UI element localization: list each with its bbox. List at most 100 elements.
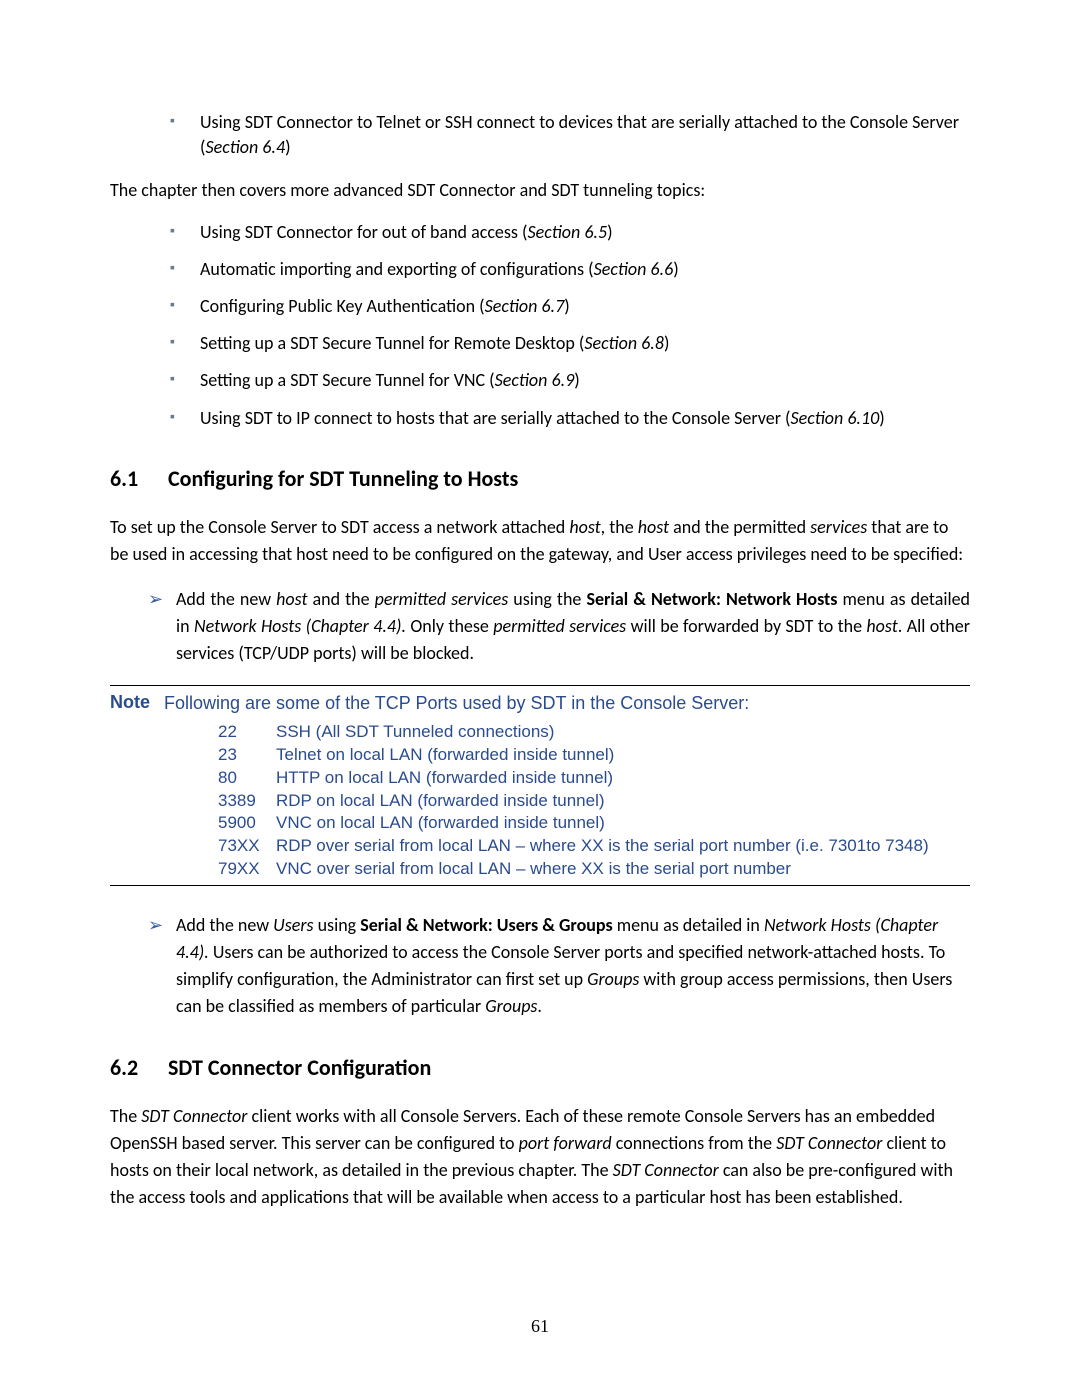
text-run: using the bbox=[508, 588, 586, 610]
section-reference: Section 6.10 bbox=[791, 407, 880, 429]
text-run: Add the new bbox=[176, 588, 276, 610]
port-row: 73XXRDP over serial from local LAN – whe… bbox=[218, 835, 970, 858]
bullet-item: Using SDT to IP connect to hosts that ar… bbox=[170, 406, 970, 431]
port-number: 80 bbox=[218, 767, 276, 790]
port-description: Telnet on local LAN (forwarded inside tu… bbox=[276, 744, 970, 767]
note-row: Note Following are some of the TCP Ports… bbox=[110, 690, 970, 882]
port-number: 22 bbox=[218, 721, 276, 744]
text-run: host bbox=[638, 516, 669, 538]
text-run: host bbox=[866, 615, 897, 637]
text-run: Groups bbox=[587, 968, 639, 990]
port-row: 23Telnet on local LAN (forwarded inside … bbox=[218, 744, 970, 767]
section-heading-6-1: 6.1Configuring for SDT Tunneling to Host… bbox=[110, 465, 970, 492]
text-run: Using SDT to IP connect to hosts that ar… bbox=[200, 407, 791, 429]
text-run: menu as detailed in bbox=[613, 914, 764, 936]
intro-bullet-list: Using SDT Connector to Telnet or SSH con… bbox=[110, 110, 970, 160]
port-row: 5900VNC on local LAN (forwarded inside t… bbox=[218, 812, 970, 835]
port-number: 73XX bbox=[218, 835, 276, 858]
bullet-item: Automatic importing and exporting of con… bbox=[170, 257, 970, 282]
port-row: 79XXVNC over serial from local LAN – whe… bbox=[218, 858, 970, 881]
port-row: 3389RDP on local LAN (forwarded inside t… bbox=[218, 790, 970, 813]
port-description: VNC over serial from local LAN – where X… bbox=[276, 858, 970, 881]
text-run: port forward bbox=[519, 1132, 612, 1154]
document-page: Using SDT Connector to Telnet or SSH con… bbox=[0, 0, 1080, 1397]
section-reference: Section 6.7 bbox=[485, 295, 565, 317]
text-run: Using SDT Connector for out of band acce… bbox=[200, 221, 528, 243]
text-run: Setting up a SDT Secure Tunnel for VNC ( bbox=[200, 369, 495, 391]
text-run: SDT Connector bbox=[141, 1105, 247, 1127]
text-run: Add the new bbox=[176, 914, 273, 936]
bullet-item: Setting up a SDT Secure Tunnel for Remot… bbox=[170, 331, 970, 356]
text-run: SDT Connector bbox=[613, 1159, 719, 1181]
section-6-2-paragraph: The SDT Connector client works with all … bbox=[110, 1103, 970, 1211]
bullet-item: Using SDT Connector for out of band acce… bbox=[170, 220, 970, 245]
text-run: Network Hosts (Chapter 4.4). bbox=[194, 615, 406, 637]
section-6-1-paragraph: To set up the Console Server to SDT acce… bbox=[110, 514, 970, 568]
text-run: services bbox=[810, 516, 867, 538]
section-reference: Section 6.9 bbox=[495, 369, 575, 391]
port-table: 22SSH (All SDT Tunneled connections)23Te… bbox=[164, 721, 970, 882]
text-run: ) bbox=[664, 332, 669, 354]
arrow-list-1: Add the new host and the permitted servi… bbox=[110, 586, 970, 667]
text-run: will be forwarded by SDT to the bbox=[626, 615, 866, 637]
port-row: 22SSH (All SDT Tunneled connections) bbox=[218, 721, 970, 744]
port-description: RDP on local LAN (forwarded inside tunne… bbox=[276, 790, 970, 813]
chapter-intro-text: The chapter then covers more advanced SD… bbox=[110, 178, 970, 203]
port-number: 79XX bbox=[218, 858, 276, 881]
text-run: Serial & Network: Network Hosts bbox=[586, 588, 837, 610]
note-box: Note Following are some of the TCP Ports… bbox=[110, 685, 970, 887]
text-run: Serial & Network: Users & Groups bbox=[360, 914, 612, 936]
text-run: permitted services bbox=[493, 615, 626, 637]
text-run: ) bbox=[564, 295, 569, 317]
text-run: and the permitted bbox=[669, 516, 810, 538]
text-run: Configuring Public Key Authentication ( bbox=[200, 295, 485, 317]
port-description: HTTP on local LAN (forwarded inside tunn… bbox=[276, 767, 970, 790]
text-run: using bbox=[314, 914, 361, 936]
arrow-item: Add the new host and the permitted servi… bbox=[148, 586, 970, 667]
text-run: . bbox=[537, 995, 542, 1017]
port-number: 5900 bbox=[218, 812, 276, 835]
text-run: permitted services bbox=[375, 588, 509, 610]
text-run: ) bbox=[879, 407, 884, 429]
port-description: VNC on local LAN (forwarded inside tunne… bbox=[276, 812, 970, 835]
page-number: 61 bbox=[0, 1316, 1080, 1337]
note-label: Note bbox=[110, 690, 164, 713]
section-number: 6.2 bbox=[110, 1054, 168, 1081]
note-body: Following are some of the TCP Ports used… bbox=[164, 690, 970, 882]
text-run: and the bbox=[307, 588, 374, 610]
section-number: 6.1 bbox=[110, 465, 168, 492]
bullet-item: Setting up a SDT Secure Tunnel for VNC (… bbox=[170, 368, 970, 393]
text-run: SDT Connector bbox=[776, 1132, 882, 1154]
port-description: SSH (All SDT Tunneled connections) bbox=[276, 721, 970, 744]
port-description: RDP over serial from local LAN – where X… bbox=[276, 835, 970, 858]
note-intro-text: Following are some of the TCP Ports used… bbox=[164, 690, 970, 717]
section-reference: Section 6.8 bbox=[584, 332, 664, 354]
section-reference: Section 6.4 bbox=[205, 136, 285, 158]
bullet-item: Using SDT Connector to Telnet or SSH con… bbox=[170, 110, 970, 160]
section-reference: Section 6.5 bbox=[528, 221, 608, 243]
section-reference: Section 6.6 bbox=[594, 258, 674, 280]
arrow-list-2: Add the new Users using Serial & Network… bbox=[110, 912, 970, 1020]
text-run: ) bbox=[285, 136, 290, 158]
text-run: host bbox=[276, 588, 307, 610]
text-run: Groups bbox=[485, 995, 537, 1017]
advanced-bullet-list: Using SDT Connector for out of band acce… bbox=[110, 220, 970, 431]
port-number: 23 bbox=[218, 744, 276, 767]
text-run: Users bbox=[273, 914, 313, 936]
text-run: ) bbox=[574, 369, 579, 391]
text-run: ) bbox=[673, 258, 678, 280]
text-run: , the bbox=[601, 516, 638, 538]
text-run: ) bbox=[607, 221, 612, 243]
port-number: 3389 bbox=[218, 790, 276, 813]
port-row: 80HTTP on local LAN (forwarded inside tu… bbox=[218, 767, 970, 790]
section-title: SDT Connector Configuration bbox=[168, 1054, 431, 1081]
text-run: Setting up a SDT Secure Tunnel for Remot… bbox=[200, 332, 584, 354]
text-run: To set up the Console Server to SDT acce… bbox=[110, 516, 569, 538]
text-run: Only these bbox=[406, 615, 493, 637]
text-run: host bbox=[569, 516, 600, 538]
section-title: Configuring for SDT Tunneling to Hosts bbox=[168, 465, 518, 492]
text-run: Using SDT Connector to Telnet or SSH con… bbox=[200, 111, 959, 158]
section-heading-6-2: 6.2SDT Connector Configuration bbox=[110, 1054, 970, 1081]
bullet-item: Configuring Public Key Authentication (S… bbox=[170, 294, 970, 319]
text-run: The bbox=[110, 1105, 141, 1127]
